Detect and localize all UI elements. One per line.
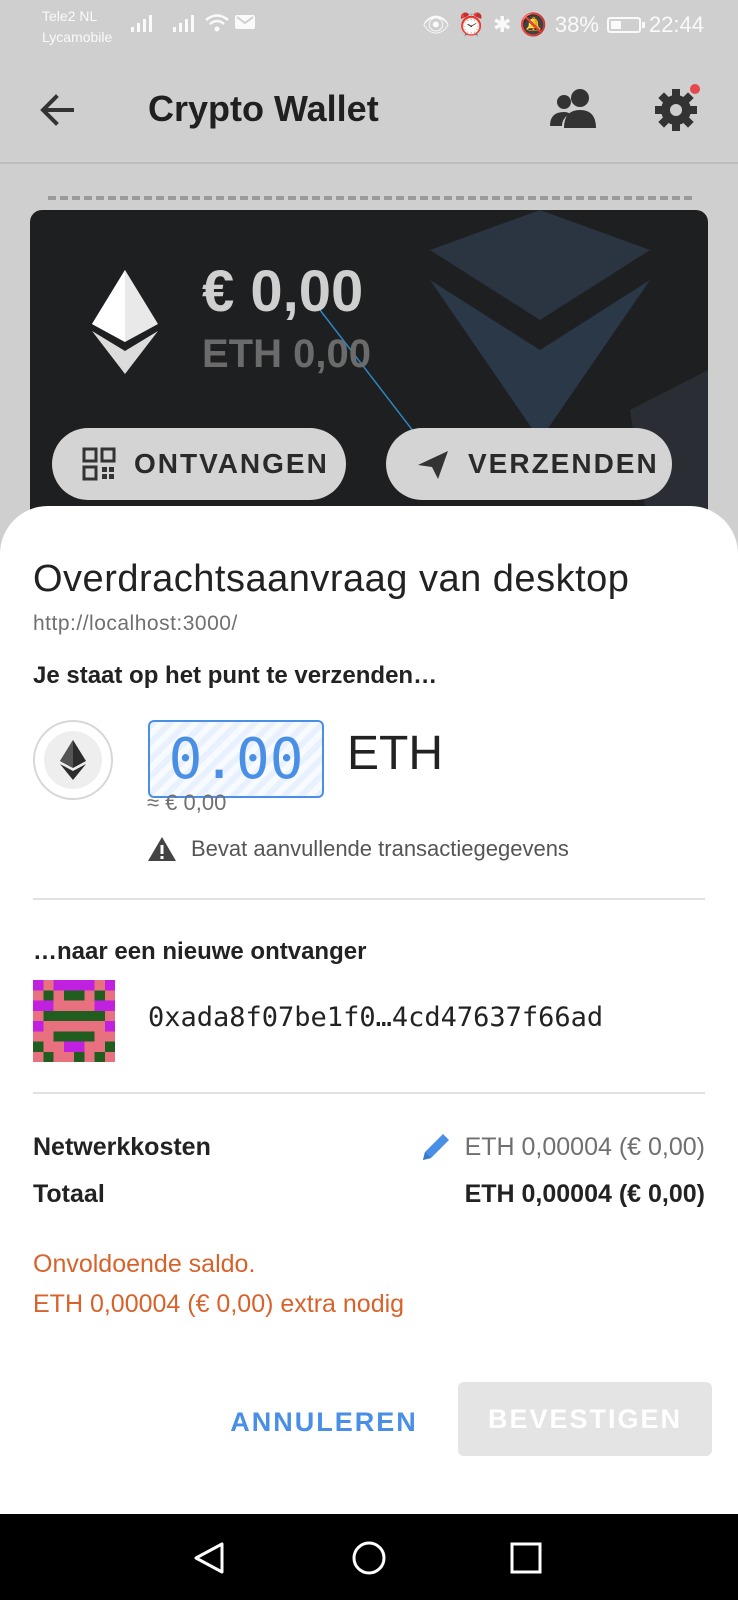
nav-recents-icon[interactable] <box>506 1538 546 1578</box>
wifi-icon <box>204 13 230 38</box>
recipient-address: 0xada8f07be1f0…4cd47637f66ad <box>148 1002 604 1033</box>
amount-input[interactable]: 0.00 <box>148 720 324 798</box>
amount-unit: ETH <box>347 727 443 780</box>
confirm-button[interactable]: BEVESTIGEN <box>458 1382 712 1456</box>
app-bar: Crypto Wallet <box>0 56 738 164</box>
carrier-names: Tele2 NL Lycamobile <box>42 6 112 48</box>
bluetooth-icon: ✱ <box>493 12 512 37</box>
send-label: VERZENDEN <box>468 448 659 479</box>
divider <box>33 1092 705 1094</box>
recipient-identicon <box>33 980 115 1062</box>
signal-icon <box>130 13 156 38</box>
mute-icon: 🔕 <box>519 12 547 37</box>
extra-needed-error: ETH 0,00004 (€ 0,00) extra nodig <box>33 1290 405 1318</box>
paper-plane-icon <box>418 451 448 479</box>
insufficient-balance-error: Onvoldoende saldo. <box>33 1250 256 1278</box>
battery-icon <box>606 17 645 33</box>
eth-coin-avatar <box>33 720 113 800</box>
warning-icon <box>148 837 176 861</box>
data-warning-text: Bevat aanvullende transactiegegevens <box>191 836 569 861</box>
app-title: Crypto Wallet <box>148 88 379 129</box>
status-indicators: 👁 ⏰ ✱ 🔕 38% 22:44 <box>422 12 704 38</box>
carrier-1: Tele2 NL <box>42 8 98 24</box>
back-arrow-icon[interactable] <box>36 88 80 132</box>
notification-dot <box>690 84 700 94</box>
wallet-card[interactable]: € 0,00 ETH 0,00 ONTVANGEN VERZENDEN <box>30 210 708 540</box>
clock: 22:44 <box>648 12 704 37</box>
battery-percent: 38% <box>554 12 599 37</box>
alarm-icon: ⏰ <box>457 12 486 37</box>
total-label: Totaal <box>33 1180 105 1208</box>
signal-icon <box>172 13 198 38</box>
send-heading: Je staat op het punt te verzenden… <box>33 662 438 689</box>
ethereum-icon <box>60 740 86 780</box>
receive-label: ONTVANGEN <box>134 448 329 479</box>
status-bar: Tele2 NL Lycamobile 👁 ⏰ ✱ 🔕 38% 22:44 <box>0 0 738 56</box>
nav-back-icon[interactable] <box>190 1538 230 1578</box>
edit-pencil-icon[interactable] <box>419 1130 453 1164</box>
data-warning: Bevat aanvullende transactiegegevens <box>147 836 569 862</box>
eth-balance: ETH 0,00 <box>202 332 371 376</box>
contacts-icon[interactable] <box>550 86 600 130</box>
network-fee-row: Netwerkkosten ETH 0,00004 (€ 0,00) <box>33 1130 705 1164</box>
cancel-button[interactable]: ANNULEREN <box>226 1386 422 1458</box>
recipient-heading: …naar een nieuwe ontvanger <box>33 938 367 965</box>
system-navigation-bar <box>0 1514 738 1600</box>
sheet-title: Overdrachtsaanvraag van desktop <box>33 558 630 600</box>
divider <box>33 898 705 900</box>
ethereum-logo-icon <box>92 270 158 374</box>
carrier-2: Lycamobile <box>42 29 113 45</box>
transfer-request-sheet: Overdrachtsaanvraag van desktop http://l… <box>0 506 738 1514</box>
receive-button[interactable]: ONTVANGEN <box>52 428 346 500</box>
eye-icon: 👁 <box>421 12 450 37</box>
card-stack-edge <box>48 196 692 200</box>
total-value: ETH 0,00004 (€ 0,00) <box>464 1180 705 1208</box>
fiat-approximation: ≈ € 0,00 <box>147 790 227 815</box>
mail-icon <box>234 13 256 36</box>
gear-icon[interactable] <box>652 84 702 134</box>
send-button[interactable]: VERZENDEN <box>386 428 672 500</box>
fiat-balance: € 0,00 <box>202 259 364 324</box>
fee-value: ETH 0,00004 (€ 0,00) <box>464 1132 705 1161</box>
fee-label: Netwerkkosten <box>33 1132 211 1161</box>
total-row: Totaal ETH 0,00004 (€ 0,00) <box>33 1180 705 1209</box>
nav-home-icon[interactable] <box>349 1538 389 1578</box>
request-origin: http://localhost:3000/ <box>33 612 238 635</box>
fee-value-group: ETH 0,00004 (€ 0,00) <box>419 1130 705 1164</box>
qr-code-icon <box>82 447 116 481</box>
